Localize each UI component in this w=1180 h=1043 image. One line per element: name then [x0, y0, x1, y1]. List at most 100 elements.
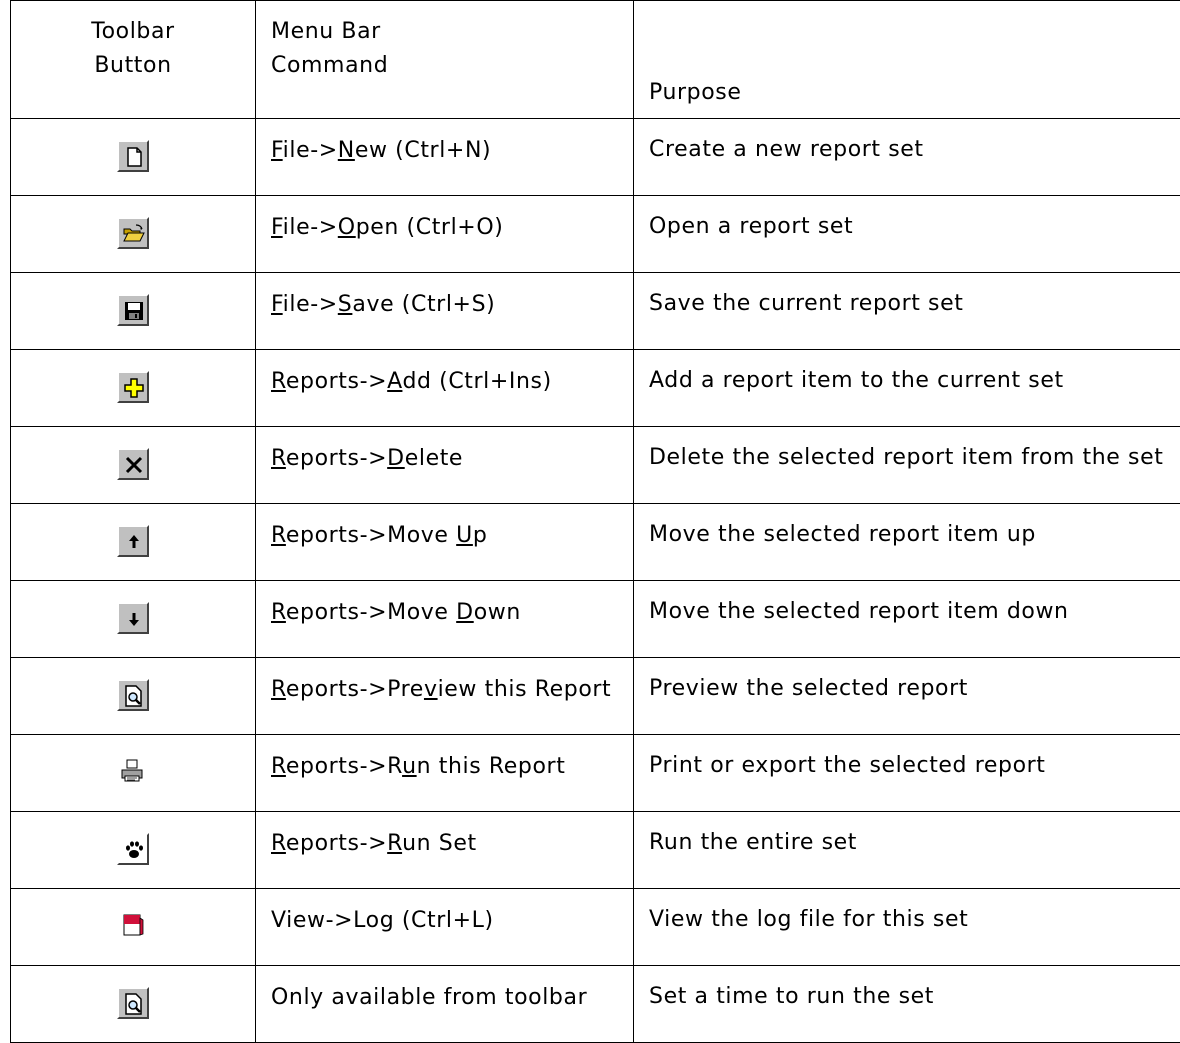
menu-command-text: eports->R: [286, 754, 402, 779]
preview-magnifier-icon: [122, 684, 146, 708]
arrow-down-toolbar-button[interactable]: [117, 602, 149, 634]
purpose-cell: Add a report item to the current set: [634, 350, 1180, 427]
header-menu-line1: Menu Bar: [271, 15, 633, 49]
arrow-up-icon: [122, 530, 146, 554]
toolbar-button-cell: [11, 966, 256, 1043]
purpose-cell: Preview the selected report: [634, 658, 1180, 735]
menu-command-mnemonic: F: [271, 292, 283, 317]
table-row: View->Log (Ctrl+L) View the log file for…: [11, 889, 1180, 966]
menu-command-mnemonic: R: [271, 677, 286, 702]
menu-command-text: eports->Move: [286, 523, 456, 548]
menu-command-text: eports->Move: [286, 600, 456, 625]
table-row: File->Save (Ctrl+S) Save the current rep…: [11, 273, 1180, 350]
log-book-icon: [119, 912, 145, 938]
menu-command-text: own: [474, 600, 521, 625]
menu-command-mnemonic: A: [387, 369, 402, 394]
menu-command-mnemonic: D: [387, 446, 405, 471]
toolbar-button-cell: [11, 196, 256, 273]
menu-command-mnemonic: u: [402, 754, 417, 779]
add-plus-toolbar-button[interactable]: [117, 371, 149, 403]
toolbar-reference-table: Toolbar Button Menu Bar Command Purpose …: [10, 0, 1180, 1043]
menu-command-mnemonic: F: [271, 215, 283, 240]
menu-command-text: View->Log (Ctrl+L): [271, 908, 494, 933]
toolbar-button-cell: [11, 427, 256, 504]
menu-command-mnemonic: D: [456, 600, 474, 625]
new-document-toolbar-button[interactable]: [117, 140, 149, 172]
delete-x-toolbar-button[interactable]: [117, 448, 149, 480]
menu-command-mnemonic: R: [271, 523, 286, 548]
menu-command-cell: Reports->Run Set: [256, 812, 634, 889]
new-document-icon: [122, 145, 146, 169]
menu-command-text: elete: [405, 446, 463, 471]
open-folder-icon: [122, 222, 146, 246]
menu-command-mnemonic: S: [338, 292, 353, 317]
add-plus-icon: [122, 376, 146, 400]
menu-command-cell: File->Save (Ctrl+S): [256, 273, 634, 350]
menu-command-text: eports->: [286, 446, 387, 471]
arrow-down-icon: [122, 607, 146, 631]
menu-command-cell: File->Open (Ctrl+O): [256, 196, 634, 273]
menu-command-mnemonic: R: [271, 831, 286, 856]
arrow-up-toolbar-button[interactable]: [117, 525, 149, 557]
menu-command-text: dd (Ctrl+Ins): [402, 369, 551, 394]
menu-command-cell: File->New (Ctrl+N): [256, 119, 634, 196]
purpose-cell: Print or export the selected report: [634, 735, 1180, 812]
menu-command-cell: View->Log (Ctrl+L): [256, 889, 634, 966]
delete-x-icon: [122, 453, 146, 477]
table-row: Reports->Run Set Run the entire set: [11, 812, 1180, 889]
paw-print-toolbar-button[interactable]: [117, 833, 149, 865]
paw-print-icon: [122, 838, 146, 862]
table-row: Reports->Delete Delete the selected repo…: [11, 427, 1180, 504]
menu-command-mnemonic: R: [387, 831, 402, 856]
menu-command-cell: Reports->Add (Ctrl+Ins): [256, 350, 634, 427]
menu-command-mnemonic: v: [424, 677, 438, 702]
log-book-toolbar-button[interactable]: [117, 910, 149, 942]
menu-command-text: Only available from toolbar: [271, 985, 587, 1010]
header-menu-bar-command: Menu Bar Command: [256, 1, 634, 119]
menu-command-cell: Reports->Preview this Report: [256, 658, 634, 735]
toolbar-button-cell: [11, 658, 256, 735]
toolbar-button-cell: [11, 350, 256, 427]
table-row: Only available from toolbar Set a time t…: [11, 966, 1180, 1043]
table-row: Reports->Move Up Move the selected repor…: [11, 504, 1180, 581]
header-toolbar-line2: Button: [11, 49, 255, 83]
schedule-preview-toolbar-button[interactable]: [117, 987, 149, 1019]
table-row: Reports->Move Down Move the selected rep…: [11, 581, 1180, 658]
menu-command-mnemonic: R: [271, 600, 286, 625]
menu-command-text: ile->: [283, 292, 338, 317]
save-disk-icon: [122, 299, 146, 323]
printer-icon: [119, 758, 145, 784]
menu-command-mnemonic: R: [271, 369, 286, 394]
menu-command-mnemonic: N: [338, 138, 355, 163]
menu-command-mnemonic: F: [271, 138, 283, 163]
open-folder-toolbar-button[interactable]: [117, 217, 149, 249]
table-row: Reports->Preview this Report Preview the…: [11, 658, 1180, 735]
menu-command-text: ile->: [283, 215, 338, 240]
purpose-cell: Move the selected report item down: [634, 581, 1180, 658]
table-row: File->New (Ctrl+N) Create a new report s…: [11, 119, 1180, 196]
menu-command-text: eports->: [286, 369, 387, 394]
toolbar-button-cell: [11, 504, 256, 581]
purpose-cell: Create a new report set: [634, 119, 1180, 196]
printer-toolbar-button[interactable]: [117, 756, 149, 788]
purpose-cell: Run the entire set: [634, 812, 1180, 889]
menu-command-cell: Only available from toolbar: [256, 966, 634, 1043]
header-toolbar-button: Toolbar Button: [11, 1, 256, 119]
table-row: File->Open (Ctrl+O) Open a report set: [11, 196, 1180, 273]
toolbar-button-cell: [11, 735, 256, 812]
menu-command-text: eports->: [286, 831, 387, 856]
menu-command-cell: Reports->Move Down: [256, 581, 634, 658]
menu-command-text: n this Report: [417, 754, 566, 779]
table-row: Reports->Add (Ctrl+Ins) Add a report ite…: [11, 350, 1180, 427]
toolbar-button-cell: [11, 119, 256, 196]
preview-magnifier-toolbar-button[interactable]: [117, 679, 149, 711]
menu-command-text: p: [473, 523, 488, 548]
purpose-cell: Save the current report set: [634, 273, 1180, 350]
table-row: Reports->Run this Report Print or export…: [11, 735, 1180, 812]
save-disk-toolbar-button[interactable]: [117, 294, 149, 326]
purpose-cell: View the log file for this set: [634, 889, 1180, 966]
menu-command-mnemonic: R: [271, 446, 286, 471]
menu-command-mnemonic: U: [456, 523, 473, 548]
menu-command-text: un Set: [402, 831, 477, 856]
purpose-cell: Open a report set: [634, 196, 1180, 273]
